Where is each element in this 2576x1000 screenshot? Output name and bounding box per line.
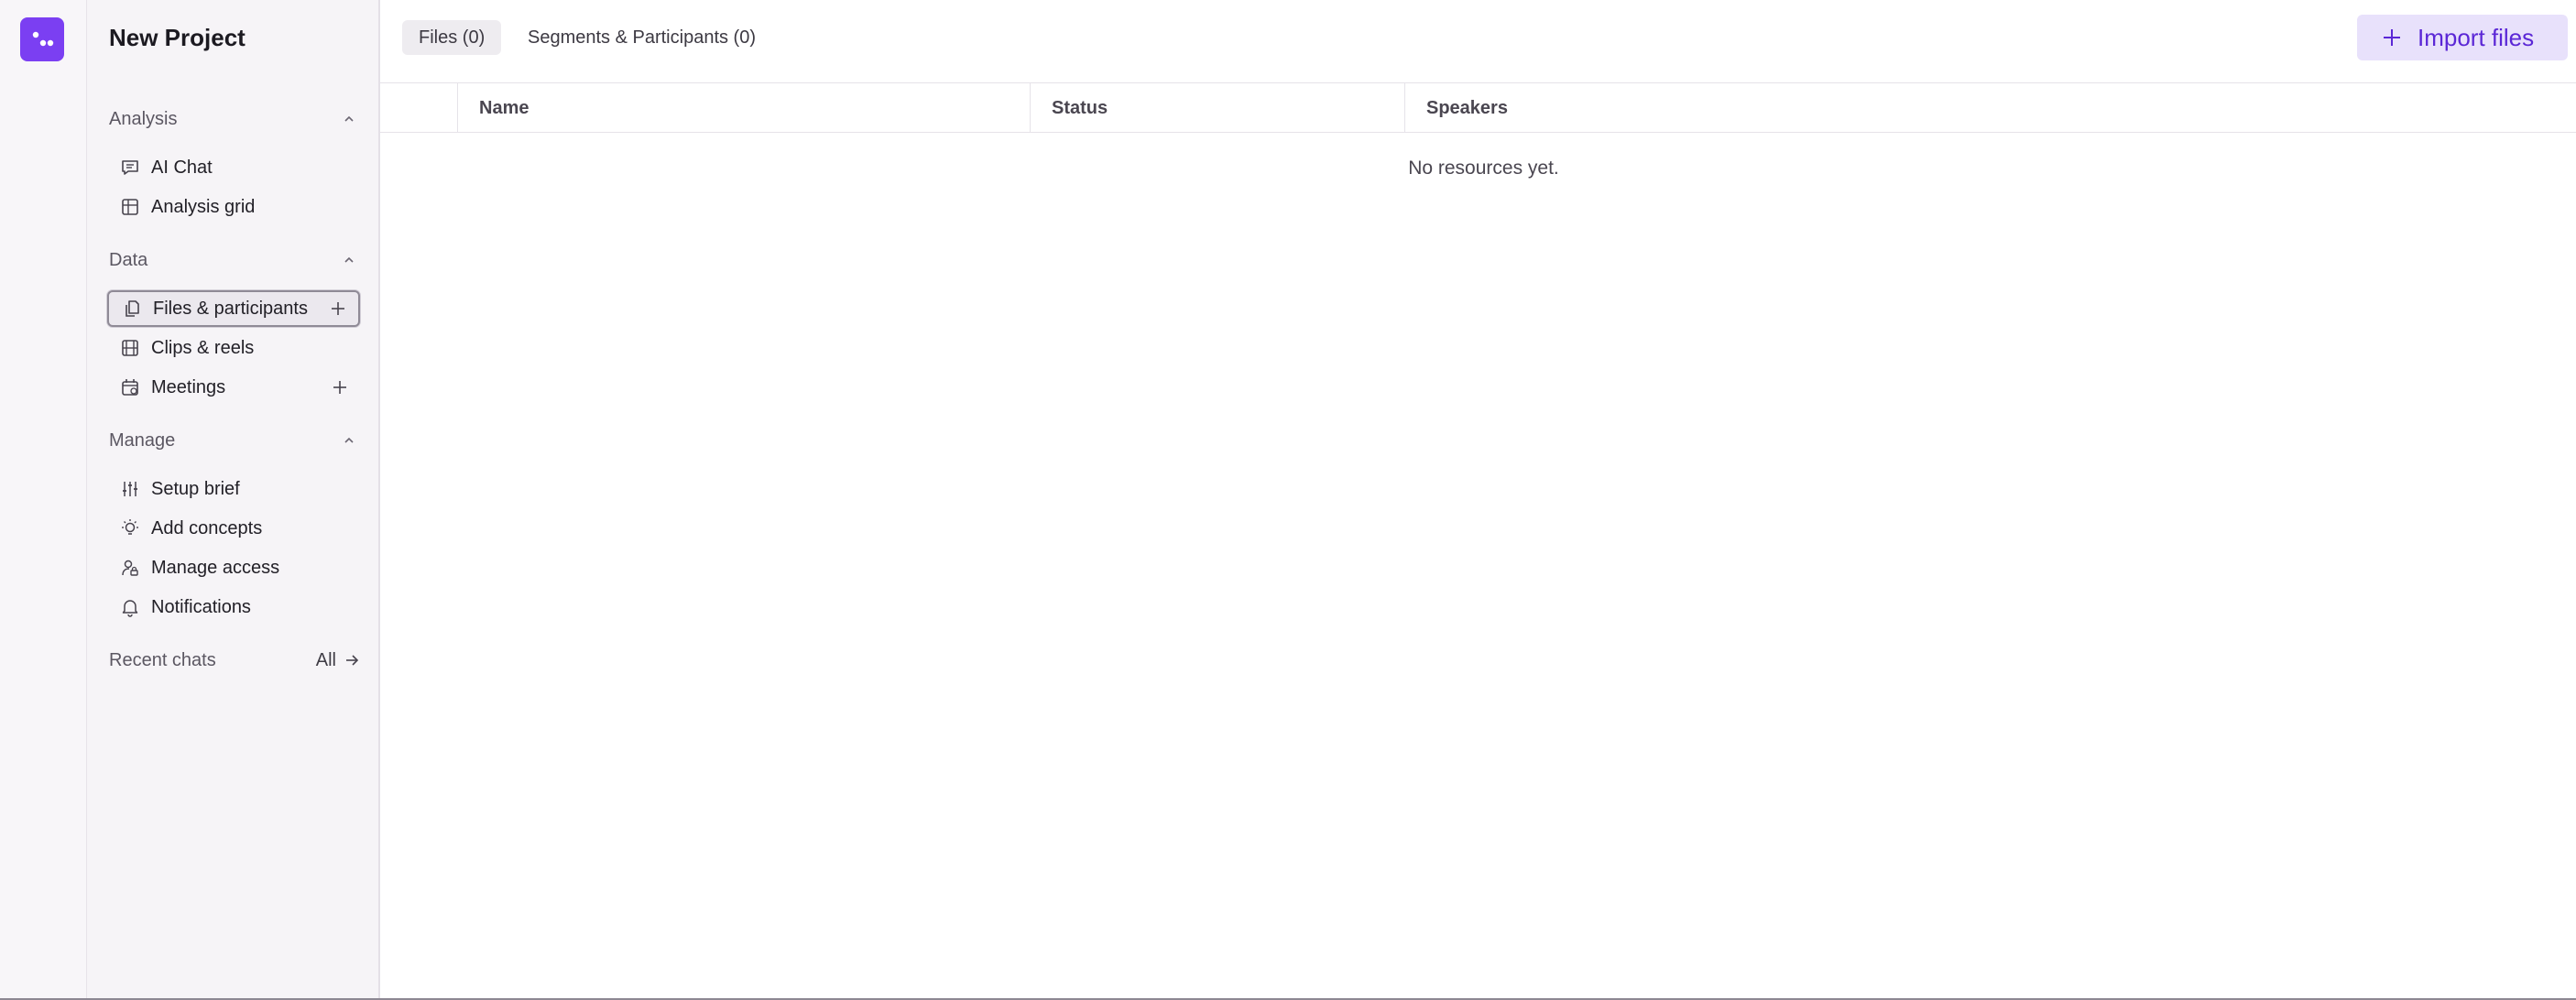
main-content: Files (0) Segments & Participants (0) Im… [380,0,2576,998]
table-header: Name Status Speakers [380,83,2576,133]
tab-bar: Files (0) Segments & Participants (0) Im… [380,0,2576,83]
column-divider [457,83,458,133]
sidebar-item-label: Clips & reels [151,337,255,358]
sidebar-item-label: Manage access [151,557,280,578]
column-divider [1030,83,1031,133]
add-file-plus-icon[interactable] [327,298,349,320]
section-analysis-header[interactable]: Analysis [109,103,358,135]
sidebar-item-label: Analysis grid [151,196,256,217]
section-data-header[interactable]: Data [109,245,358,276]
empty-state-message: No resources yet. [1408,158,1559,179]
add-meeting-plus-icon[interactable] [329,376,351,398]
sidebar-item-add-concepts[interactable]: Add concepts [107,510,360,547]
sidebar-item-label: Add concepts [151,517,263,538]
section-label: Analysis [109,108,178,129]
section-label: Manage [109,429,176,451]
sidebar-item-analysis-grid[interactable]: Analysis grid [107,189,360,225]
arrow-right-icon [346,655,359,666]
sidebar-item-manage-access[interactable]: Manage access [107,549,360,586]
app-logo-icon[interactable] [20,17,64,61]
sidebar-item-notifications[interactable]: Notifications [107,589,360,625]
section-label: Data [109,249,148,270]
sidebar-item-ai-chat[interactable]: AI Chat [107,149,360,186]
user-lock-icon [120,558,140,578]
app-rail [0,0,87,998]
calendar-icon [120,377,140,397]
section-manage-header[interactable]: Manage [109,425,358,456]
chevron-up-icon [340,431,358,450]
lightbulb-icon [120,518,140,538]
project-sidebar: New Project Analysis AI Chat Analysis gr… [87,0,380,998]
sidebar-item-label: AI Chat [151,157,213,178]
tab-segments-participants[interactable]: Segments & Participants (0) [511,20,772,55]
files-icon [122,299,142,319]
column-header-name[interactable]: Name [479,83,529,133]
bell-icon [120,597,140,617]
plus-icon [2381,27,2403,49]
sidebar-item-label: Files & participants [153,298,308,319]
column-header-status[interactable]: Status [1052,83,1108,133]
project-title: New Project [109,24,246,51]
sidebar-item-setup-brief[interactable]: Setup brief [107,471,360,507]
sidebar-item-files-participants[interactable]: Files & participants [107,290,360,327]
film-icon [120,338,140,358]
chat-icon [120,158,140,178]
sidebar-item-meetings[interactable]: Meetings [107,369,360,406]
tab-files[interactable]: Files (0) [402,20,502,55]
all-link-label: All [315,649,336,670]
recent-chats-header: Recent chats All [109,645,360,676]
recent-chats-label: Recent chats [109,649,216,670]
sidebar-item-clips-reels[interactable]: Clips & reels [107,330,360,366]
column-divider [1404,83,1405,133]
sidebar-item-label: Setup brief [151,478,240,499]
sidebar-item-label: Meetings [151,376,226,397]
sliders-icon [120,479,140,499]
grid-icon [120,197,140,217]
chevron-up-icon [340,110,358,128]
import-files-label: Import files [2418,23,2535,51]
import-files-button[interactable]: Import files [2357,15,2568,60]
chevron-up-icon [340,251,358,269]
sidebar-item-label: Notifications [151,596,251,617]
recent-chats-all-link[interactable]: All [316,650,360,671]
column-header-speakers[interactable]: Speakers [1426,83,1508,133]
